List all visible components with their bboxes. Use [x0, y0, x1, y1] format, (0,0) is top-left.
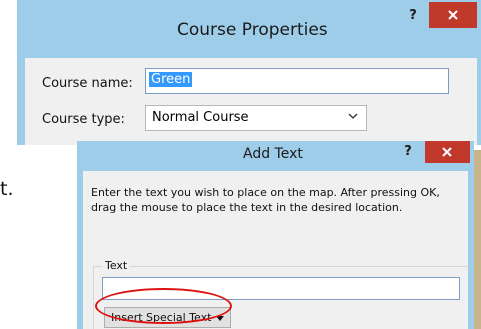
add-text-dialog: Add Text ? Enter the text you wish to pl… — [77, 141, 474, 329]
course-type-label: Course type: — [42, 112, 125, 127]
chevron-down-icon — [348, 113, 358, 119]
dialog-body: Enter the text you wish to place on the … — [83, 171, 469, 329]
screen: Course Properties ? Course name: Green C… — [0, 0, 481, 329]
close-button[interactable] — [429, 2, 477, 28]
help-button[interactable]: ? — [403, 8, 423, 23]
titlebar: Course Properties ? — [17, 0, 481, 58]
insert-special-text-button[interactable]: Insert Special Text — [104, 307, 232, 328]
text-input[interactable] — [102, 277, 460, 300]
text-group: Text Insert Special Text — [93, 259, 469, 329]
close-icon — [448, 10, 458, 20]
instructions-text: Enter the text you wish to place on the … — [91, 186, 440, 214]
course-name-label: Course name: — [42, 76, 133, 91]
course-type-select[interactable]: Normal Course — [145, 105, 367, 131]
close-button[interactable] — [425, 141, 470, 163]
dialog-title: Add Text — [243, 146, 303, 162]
partial-text: t. — [0, 178, 14, 200]
close-icon — [442, 147, 452, 157]
insert-special-text-label: Insert Special Text — [111, 311, 212, 324]
course-type-value: Normal Course — [152, 110, 249, 125]
help-button[interactable]: ? — [400, 144, 416, 159]
course-properties-dialog: Course Properties ? Course name: Green C… — [17, 0, 481, 145]
group-label: Text — [102, 259, 131, 272]
map-edge — [474, 150, 481, 329]
course-name-input[interactable]: Green — [145, 68, 449, 94]
dialog-body: Course name: Green Course type: Normal C… — [25, 58, 477, 145]
course-name-value: Green — [149, 72, 193, 87]
dropdown-arrow-icon — [216, 315, 225, 321]
dialog-title: Course Properties — [177, 20, 328, 40]
